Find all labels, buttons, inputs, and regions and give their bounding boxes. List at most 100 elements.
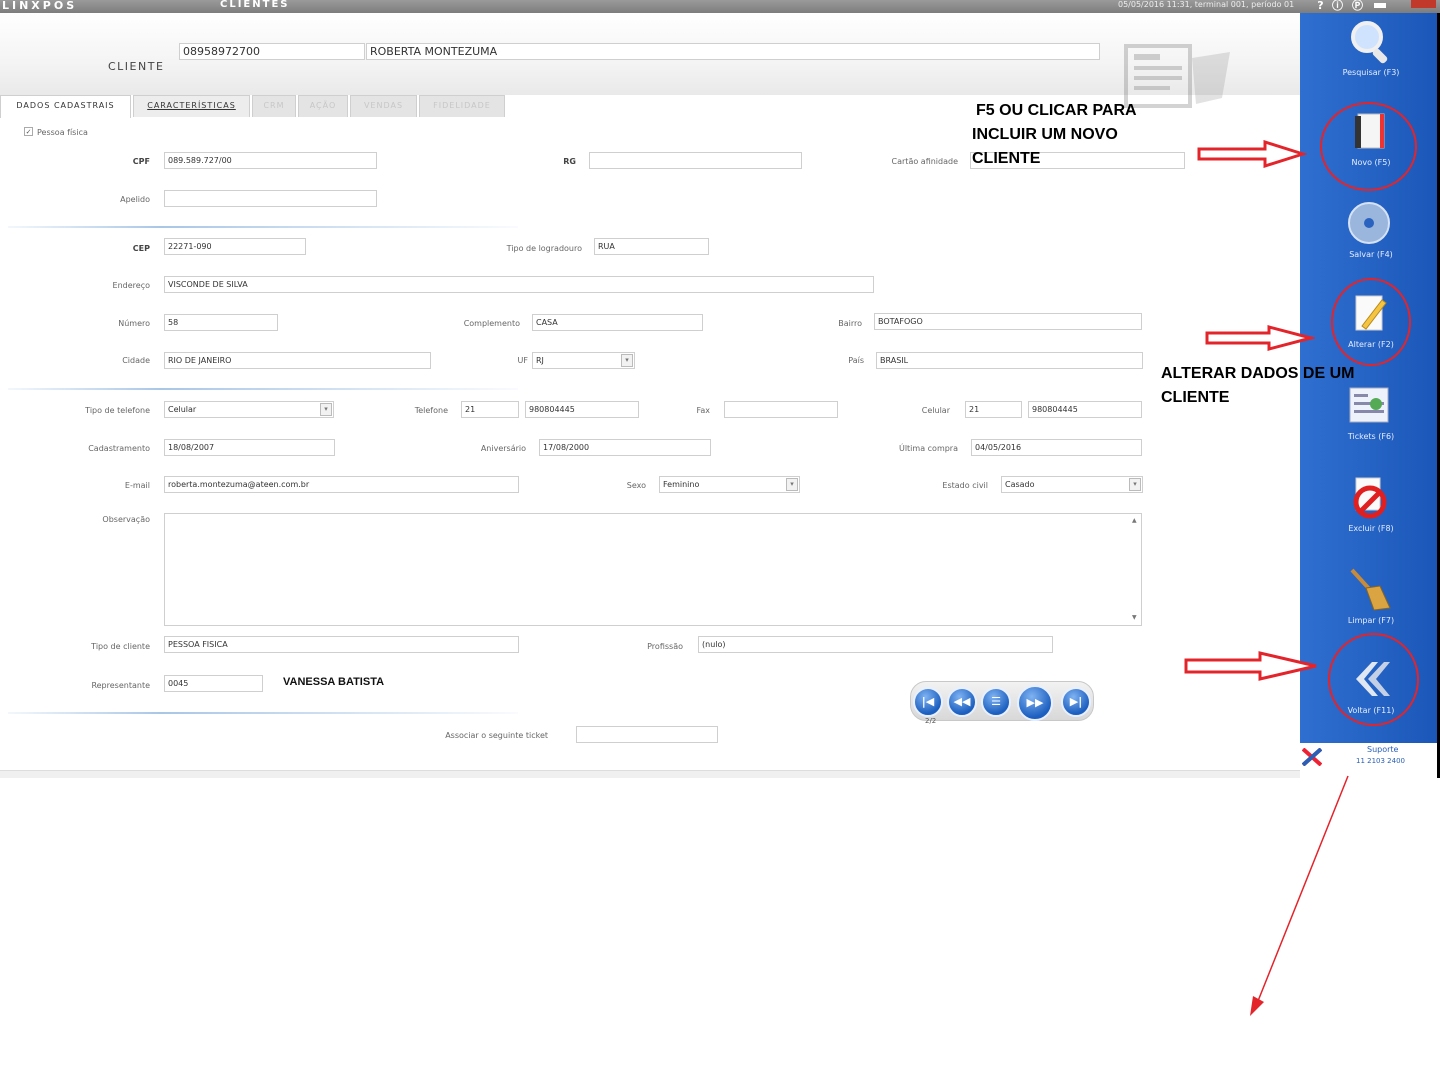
pais-field[interactable]: BRASIL [876,352,1143,369]
numero-field[interactable]: 58 [164,314,278,331]
app-name: LINXPOS [2,0,78,12]
annotation-novo-line3: CLIENTE [972,150,1041,167]
support-label: Suporte [1367,745,1399,754]
highlight-circle-voltar [1328,633,1419,726]
support-box: Suporte 11 2103 2400 [1300,743,1437,771]
ultima-compra-field[interactable]: 04/05/2016 [971,439,1142,456]
linx-logo-icon [1302,748,1322,766]
info-icon[interactable]: ⓘ [1331,0,1344,12]
salvar-button[interactable]: Salvar (F4) [1300,198,1437,278]
pesquisar-button[interactable]: Pesquisar (F3) [1300,16,1437,96]
first-record-button[interactable]: |◀ [913,687,943,717]
tab-acao[interactable]: AÇÃO [298,95,348,117]
representante-field[interactable]: 0045 [164,675,263,692]
record-navigator: |◀ ◀◀ ☰ ▶▶ ▶| 2/2 [910,681,1094,725]
bairro-label: Bairro [838,319,862,328]
tipo-cliente-field[interactable]: PESSOA FISICA [164,636,519,653]
estado-civil-select[interactable]: Casado ▾ [1001,476,1143,493]
chevron-down-icon[interactable]: ▾ [1129,478,1141,491]
arrow-alterar-icon [1205,325,1315,351]
save-disc-icon [1348,202,1390,244]
annotation-novo: F5 OU CLICAR PARA INCLUIR UM NOVO CLIENT… [972,99,1137,171]
chevron-down-icon[interactable]: ▾ [320,403,332,416]
cep-field[interactable]: 22271-090 [164,238,306,255]
uf-select[interactable]: RJ ▾ [532,352,635,369]
ultima-compra-label: Última compra [898,444,958,453]
observacao-textarea[interactable]: ▲ ▼ [164,513,1142,626]
list-records-button[interactable]: ☰ [981,687,1011,717]
arrow-novo-icon [1197,140,1307,168]
representante-name: VANESSA BATISTA [283,676,385,688]
record-counter: 2/2 [925,717,937,725]
tab-caracteristicas[interactable]: CARACTERÍSTICAS [133,95,250,117]
next-record-button[interactable]: ▶▶ [1017,685,1053,721]
telefone-field[interactable]: 980804445 [525,401,639,418]
highlight-circle-novo [1320,102,1417,191]
complemento-label: Complemento [463,319,520,328]
pessoa-fisica-label: Pessoa física [37,128,88,137]
apelido-field[interactable] [164,190,377,207]
cadastramento-field[interactable]: 18/08/2007 [164,439,335,456]
cidade-label: Cidade [122,356,150,365]
telefone-ddd-field[interactable]: 21 [461,401,519,418]
profissao-label: Profissão [647,642,683,651]
representante-label: Representante [91,681,150,690]
ticket-field[interactable] [576,726,718,743]
celular-ddd-field[interactable]: 21 [965,401,1022,418]
cpf-label: CPF [132,157,150,166]
help-icon[interactable]: ? [1314,0,1327,12]
limpar-label: Limpar (F7) [1347,616,1395,625]
tab-fidelidade[interactable]: FIDELIDADE [419,95,505,117]
pais-label: País [848,356,864,365]
rg-label: RG [563,157,576,166]
aniversario-field[interactable]: 17/08/2000 [539,439,711,456]
celular-label: Celular [921,406,950,415]
sexo-value: Feminino [663,480,700,489]
tipo-telefone-value: Celular [168,405,197,414]
celular-field[interactable]: 980804445 [1028,401,1142,418]
pessoa-fisica-checkbox[interactable]: ✓ [24,127,33,136]
tipo-telefone-label: Tipo de telefone [85,406,150,415]
arrow-voltar-icon [1184,651,1317,681]
cliente-name-field[interactable]: ROBERTA MONTEZUMA [366,43,1100,60]
rg-field[interactable] [589,152,802,169]
sexo-label: Sexo [626,481,646,490]
excluir-label: Excluir (F8) [1348,524,1394,533]
chevron-down-icon[interactable]: ▾ [786,478,798,491]
cadastramento-label: Cadastramento [88,444,150,453]
previous-record-button[interactable]: ◀◀ [947,687,977,717]
arrow-support-icon [1250,775,1349,1016]
endereco-field[interactable]: VISCONDE DE SILVA [164,276,874,293]
observacao-label: Observação [102,515,150,524]
annotation-novo-line2: INCLUIR UM NOVO [972,126,1118,143]
excluir-button[interactable]: Excluir (F8) [1300,472,1437,552]
scrollbar[interactable]: ▲ ▼ [1131,515,1140,624]
chevron-down-icon[interactable]: ▾ [621,354,633,367]
cliente-code-field[interactable]: 08958972700 [179,43,365,60]
tipo-logradouro-label: Tipo de logradouro [506,244,582,253]
close-button[interactable] [1411,0,1436,8]
bairro-field[interactable]: BOTAFOGO [874,313,1142,330]
tickets-label: Tickets (F6) [1347,432,1395,441]
fax-label: Fax [696,406,710,415]
profile-icon[interactable]: Ⓟ [1351,0,1364,12]
minimize-icon[interactable] [1373,0,1387,12]
limpar-button[interactable]: Limpar (F7) [1300,564,1437,644]
sexo-select[interactable]: Feminino ▾ [659,476,800,493]
complemento-field[interactable]: CASA [532,314,703,331]
fax-field[interactable] [724,401,838,418]
profissao-field[interactable]: (nulo) [698,636,1053,653]
cidade-field[interactable]: RIO DE JANEIRO [164,352,431,369]
email-field[interactable]: roberta.montezuma@ateen.com.br [164,476,519,493]
tab-vendas[interactable]: VENDAS [350,95,417,117]
tab-crm[interactable]: CRM [252,95,296,117]
cartao-afinidade-label: Cartão afinidade [891,157,958,166]
tab-dados-cadastrais[interactable]: DADOS CADASTRAIS [0,95,131,118]
highlight-circle-alterar [1331,278,1411,366]
annotation-alterar: ALTERAR DADOS DE UM CLIENTE [1161,362,1354,410]
cpf-field[interactable]: 089.589.727/00 [164,152,377,169]
last-record-button[interactable]: ▶| [1061,687,1091,717]
tipo-telefone-select[interactable]: Celular ▾ [164,401,334,418]
tipo-logradouro-field[interactable]: RUA [594,238,709,255]
estado-civil-value: Casado [1005,480,1035,489]
